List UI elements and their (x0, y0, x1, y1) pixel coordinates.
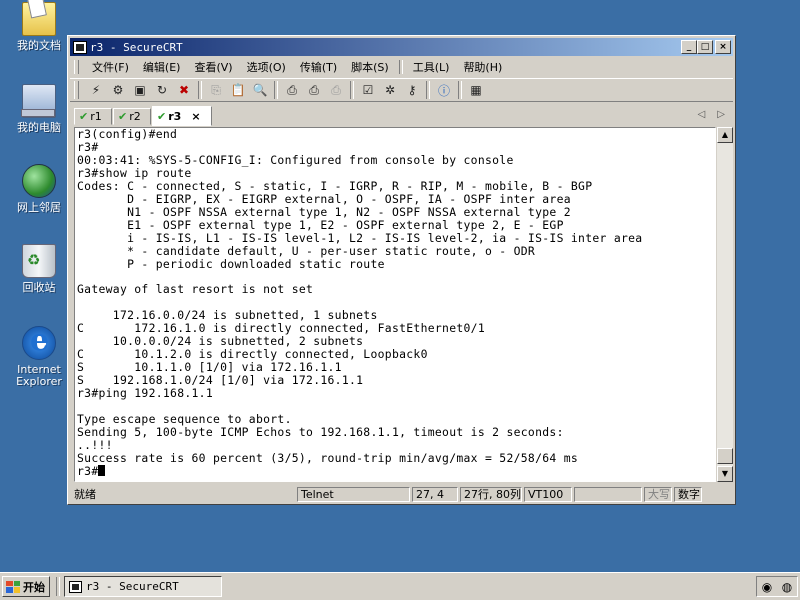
toolbar-grip[interactable] (74, 81, 79, 99)
desktop-icon-label: 回收站 (22, 281, 56, 294)
paste-icon[interactable]: 📋 (229, 81, 247, 99)
securecrt-taskbar-icon (69, 580, 82, 593)
desktop-icon-network-places[interactable]: 网上邻居 (4, 164, 74, 214)
global-options-icon[interactable]: ✲ (381, 81, 399, 99)
connected-check-icon: ✔ (157, 109, 167, 123)
recycle-bin-icon (22, 244, 56, 278)
status-ready: 就绪 (74, 487, 96, 501)
toolbar-separator (426, 81, 430, 99)
toolbar-separator (458, 81, 462, 99)
tab-label: r3 (168, 109, 182, 123)
key-map-icon[interactable]: ⚷ (403, 81, 421, 99)
help-icon[interactable]: ⓘ (435, 81, 453, 99)
scroll-thumb[interactable] (717, 448, 733, 464)
securecrt-window: r3 - SecureCRT _ □ × 文件(F) 编辑(E) 查看(V) 选… (67, 35, 736, 505)
menu-view[interactable]: 查看(V) (187, 59, 239, 75)
desktop-icon-label: 我的文档 (17, 39, 61, 52)
terminal-cursor (98, 464, 106, 476)
find-icon[interactable]: 🔍 (251, 81, 269, 99)
about-icon[interactable]: ▦ (467, 81, 485, 99)
toolbar: ⚡ ⚙ ▣ ↻ ✖ ⎘ 📋 🔍 ⎙ ⎙ ⎙ ☑ ✲ ⚷ ⓘ ▦ (70, 78, 733, 102)
desktop-icon-label: 网上邻居 (17, 201, 61, 214)
terminal-prompt: r3# (77, 463, 99, 478)
tab-r2[interactable]: ✔ r2 (113, 108, 151, 125)
desktop-icon-my-computer[interactable]: 我的电脑 (4, 84, 74, 134)
print-selection-icon[interactable]: ⎙ (305, 81, 323, 99)
menu-tools[interactable]: 工具(L) (406, 59, 457, 75)
tab-r3[interactable]: ✔ r3 × (152, 106, 212, 126)
tab-label: r2 (129, 110, 141, 123)
scroll-up-button[interactable]: ▲ (717, 127, 733, 143)
windows-logo-icon (6, 580, 20, 593)
terminal-output: r3(config)#end r3# 00:03:41: %SYS-5-CONF… (77, 127, 643, 478)
taskbar-separator (56, 577, 60, 596)
status-emulation: VT100 (524, 486, 572, 502)
taskbar-item-label: r3 - SecureCRT (86, 580, 179, 593)
status-blank (574, 486, 642, 502)
tab-scroll-right-icon[interactable]: ▷ (717, 109, 725, 120)
status-caps-lock: 大写 (644, 486, 672, 502)
status-bar: 就绪 Telnet 27, 4 27行, 80列 VT100 大写 数字 (70, 485, 733, 503)
desktop-icon-internet-explorer[interactable]: Internet Explorer (4, 323, 74, 388)
menu-edit[interactable]: 编辑(E) (136, 59, 188, 75)
desktop-icon-my-documents[interactable]: 我的文档 (4, 2, 74, 52)
start-button[interactable]: 开始 (2, 576, 50, 597)
my-computer-icon (21, 84, 56, 118)
menu-file[interactable]: 文件(F) (85, 59, 136, 75)
connected-check-icon: ✔ (79, 110, 89, 123)
network-places-icon (22, 164, 56, 198)
title-bar[interactable]: r3 - SecureCRT _ □ × (70, 38, 733, 56)
session-tab-bar: ✔ r1 ✔ r2 ✔ r3 × ◁ ▷ (70, 106, 733, 126)
quick-connect-icon[interactable]: ⚙ (109, 81, 127, 99)
securecrt-app-icon[interactable] (73, 40, 87, 54)
toolbar-separator (350, 81, 354, 99)
copy-icon[interactable]: ⎘ (207, 81, 225, 99)
vertical-scrollbar[interactable]: ▲ ▼ (717, 127, 733, 482)
desktop-icon-label: Internet Explorer (16, 363, 62, 388)
terminal-screen[interactable]: r3(config)#end r3# 00:03:41: %SYS-5-CONF… (74, 127, 716, 482)
start-label: 开始 (23, 580, 45, 594)
status-cursor-position: 27, 4 (412, 486, 458, 502)
desktop-icon-label: 我的电脑 (17, 121, 61, 134)
maximize-button[interactable]: □ (697, 40, 713, 54)
taskbar: 开始 r3 - SecureCRT ◉ ◍ (0, 572, 800, 600)
tray-volume-icon[interactable]: ◍ (782, 580, 792, 594)
internet-explorer-icon (22, 323, 56, 360)
printer-icon[interactable]: ⎙ (327, 81, 345, 99)
minimize-button[interactable]: _ (681, 40, 697, 54)
tab-scroll-left-icon[interactable]: ◁ (698, 109, 706, 120)
menu-bar: 文件(F) 编辑(E) 查看(V) 选项(O) 传输(T) 脚本(S) 工具(L… (70, 58, 733, 76)
menu-transfer[interactable]: 传输(T) (293, 59, 344, 75)
menu-script[interactable]: 脚本(S) (344, 59, 396, 75)
tab-r1[interactable]: ✔ r1 (74, 108, 112, 125)
toolbar-separator (198, 81, 202, 99)
menu-help[interactable]: 帮助(H) (456, 59, 509, 75)
scroll-down-button[interactable]: ▼ (717, 466, 733, 482)
menu-grip[interactable] (74, 60, 79, 74)
status-protocol: Telnet (297, 486, 410, 502)
close-tab-icon[interactable]: × (191, 110, 200, 123)
connect-in-tab-icon[interactable]: ▣ (131, 81, 149, 99)
status-terminal-size: 27行, 80列 (460, 486, 522, 502)
disconnect-icon[interactable]: ✖ (175, 81, 193, 99)
my-documents-icon (22, 2, 56, 36)
menu-separator (398, 60, 403, 74)
tray-network-icon[interactable]: ◉ (762, 580, 772, 594)
toolbar-separator (274, 81, 278, 99)
status-num-lock: 数字 (674, 486, 702, 502)
connected-check-icon: ✔ (118, 110, 128, 123)
close-button[interactable]: × (715, 40, 731, 54)
connect-icon[interactable]: ⚡ (87, 81, 105, 99)
window-title: r3 - SecureCRT (90, 40, 183, 54)
taskbar-item-securecrt[interactable]: r3 - SecureCRT (64, 576, 222, 597)
menu-options[interactable]: 选项(O) (240, 59, 293, 75)
system-tray: ◉ ◍ (756, 576, 798, 597)
desktop-icon-recycle-bin[interactable]: 回收站 (4, 244, 74, 294)
print-icon[interactable]: ⎙ (283, 81, 301, 99)
session-options-icon[interactable]: ☑ (359, 81, 377, 99)
reconnect-icon[interactable]: ↻ (153, 81, 171, 99)
tab-label: r1 (90, 110, 102, 123)
